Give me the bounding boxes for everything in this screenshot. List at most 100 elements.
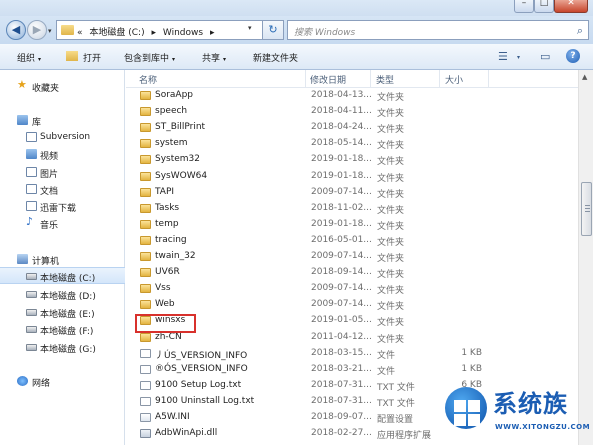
file-row[interactable]: system 2018-05-14... 文件夹	[126, 136, 579, 152]
include-library-menu[interactable]: 包含到库中 ▾	[124, 51, 175, 64]
column-header-date[interactable]: 修改日期	[310, 73, 346, 86]
subversion-library-icon	[26, 132, 37, 142]
file-row[interactable]: UV6R 2018-09-14... 文件夹	[126, 265, 579, 281]
picture-library-icon	[26, 167, 37, 177]
drive-icon	[26, 291, 37, 298]
file-row[interactable]: 丿ÚS_VERSION_INFO 2018-03-15... 文件 1 KB	[126, 346, 579, 362]
folder-icon	[140, 300, 151, 310]
search-icon[interactable]: ⌕	[577, 24, 583, 38]
sidebar-item-drive-f[interactable]: 本地磁盘 (F:)	[0, 321, 125, 338]
maximize-button[interactable]: □	[534, 0, 554, 13]
file-row[interactable]: SysWOW64 2019-01-18... 文件夹	[126, 169, 579, 185]
include-library-label: 包含到库中	[124, 54, 170, 64]
breadcrumb-windows[interactable]: Windows	[163, 28, 203, 38]
new-folder-button[interactable]: 新建文件夹	[253, 51, 298, 64]
folder-icon	[140, 235, 151, 245]
sidebar-item-libraries[interactable]: 库	[0, 112, 125, 129]
close-button[interactable]: ✕	[554, 0, 588, 13]
column-divider[interactable]	[439, 70, 440, 88]
refresh-button[interactable]: ↻	[262, 20, 284, 40]
file-type: 文件夹	[377, 109, 405, 120]
file-date: 2019-01-05...	[311, 315, 372, 326]
file-date: 2019-01-18...	[311, 170, 372, 181]
file-row[interactable]: ST_BillPrint 2018-04-24... 文件夹	[126, 120, 579, 136]
sidebar-item-favorites[interactable]: ★ 收藏夹	[0, 78, 125, 95]
breadcrumb-separator[interactable]: ▸	[210, 28, 215, 38]
share-label: 共享	[202, 54, 221, 64]
column-divider[interactable]	[305, 70, 306, 88]
sidebar-item-videos[interactable]: 视频	[0, 146, 125, 163]
column-divider[interactable]	[488, 70, 489, 88]
file-row[interactable]: TAPI 2009-07-14... 文件夹	[126, 185, 579, 201]
forward-button[interactable]: ▶	[27, 20, 47, 40]
change-view-icon[interactable]: ☰	[498, 50, 508, 63]
sidebar-item-thunder-downloads[interactable]: 迅雷下载	[0, 198, 125, 215]
sidebar-item-pictures[interactable]: 图片	[0, 164, 125, 181]
file-name: Vss	[155, 283, 171, 294]
view-options-chevron-icon[interactable]: ▾	[517, 54, 520, 61]
breadcrumb-overflow[interactable]: «	[77, 28, 83, 38]
open-button[interactable]: 打开	[83, 51, 101, 64]
sidebar-item-music[interactable]: ♪ 音乐	[0, 215, 125, 232]
file-date: 2009-07-14...	[311, 186, 372, 197]
sidebar-item-documents[interactable]: 文档	[0, 181, 125, 198]
file-row[interactable]: Tasks 2018-11-02... 文件夹	[126, 201, 579, 217]
file-row[interactable]: Vss 2009-07-14... 文件夹	[126, 281, 579, 297]
preview-pane-icon[interactable]: ▭	[540, 50, 550, 63]
sidebar-item-computer[interactable]: 计算机	[0, 251, 125, 268]
recent-pages-dropdown[interactable]: ▾	[48, 27, 52, 35]
file-date: 2018-07-31...	[311, 395, 372, 406]
folder-icon	[140, 268, 151, 278]
sidebar-item-label: 本地磁盘 (C:)	[40, 274, 96, 284]
file-row[interactable]: tracing 2016-05-01... 文件夹	[126, 233, 579, 249]
search-input[interactable]: 搜索 Windows ⌕	[287, 20, 589, 40]
sidebar-item-network[interactable]: 网络	[0, 373, 125, 390]
forward-arrow-icon: ▶	[32, 23, 42, 36]
sidebar-item-drive-e[interactable]: 本地磁盘 (E:)	[0, 304, 125, 321]
refresh-icon: ↻	[268, 23, 278, 36]
file-type: 文件夹	[377, 254, 405, 264]
minimize-button[interactable]: –	[514, 0, 534, 13]
file-row[interactable]: twain_32 2009-07-14... 文件夹	[126, 249, 579, 265]
file-row[interactable]: System32 2019-01-18... 文件夹	[126, 152, 579, 168]
file-name: SoraApp	[155, 90, 194, 100]
open-folder-icon	[66, 51, 78, 61]
scroll-up-icon[interactable]: ▲	[582, 73, 587, 81]
file-type: 文件夹	[377, 237, 405, 248]
breadcrumb: « 本地磁盘 (C:) ▸ Windows ▸	[77, 25, 218, 38]
file-row[interactable]: SoraApp 2018-04-13... 文件夹	[126, 88, 579, 104]
file-name: system	[155, 138, 188, 149]
chevron-down-icon: ▾	[38, 56, 42, 63]
sidebar-item-subversion[interactable]: Subversion	[0, 129, 125, 146]
file-row[interactable]: ®ÓS_VERSION_INFO 2018-03-21... 文件 1 KB	[126, 362, 579, 378]
file-date: 2018-03-21...	[311, 363, 372, 374]
breadcrumb-drive[interactable]: 本地磁盘 (C:)	[89, 28, 144, 38]
address-dropdown-icon[interactable]: ▾	[248, 24, 260, 44]
file-row[interactable]: speech 2018-04-11... 文件夹	[126, 104, 579, 120]
file-date: 2018-04-13...	[311, 90, 372, 100]
search-placeholder: 搜索 Windows	[294, 28, 356, 38]
scrollbar-thumb[interactable]	[581, 182, 592, 236]
sidebar-item-label: 音乐	[40, 221, 59, 231]
grip-line	[585, 205, 590, 206]
file-row[interactable]: Web 2009-07-14... 文件夹	[126, 297, 579, 313]
back-button[interactable]: ◀	[6, 20, 26, 40]
breadcrumb-separator[interactable]: ▸	[151, 28, 156, 38]
sidebar-item-label: 计算机	[32, 257, 60, 267]
help-icon[interactable]: ?	[566, 49, 580, 63]
file-name: ®ÓS_VERSION_INFO	[155, 363, 248, 374]
column-header-type[interactable]: 类型	[376, 73, 394, 86]
column-header-size[interactable]: 大小	[445, 73, 463, 86]
sidebar-item-drive-d[interactable]: 本地磁盘 (D:)	[0, 286, 125, 303]
organize-label: 组织	[17, 54, 36, 64]
sidebar-item-drive-c[interactable]: 本地磁盘 (C:)	[0, 267, 125, 284]
file-date: 2009-07-14...	[311, 299, 372, 310]
file-row[interactable]: temp 2019-01-18... 文件夹	[126, 217, 579, 233]
sidebar-item-drive-g[interactable]: 本地磁盘 (G:)	[0, 339, 125, 356]
column-header-name[interactable]: 名称	[139, 73, 157, 86]
share-menu[interactable]: 共享 ▾	[202, 51, 226, 64]
folder-icon	[140, 123, 151, 133]
organize-menu[interactable]: 组织 ▾	[17, 51, 41, 64]
column-divider[interactable]	[370, 70, 371, 88]
file-type: 文件夹	[377, 221, 405, 232]
